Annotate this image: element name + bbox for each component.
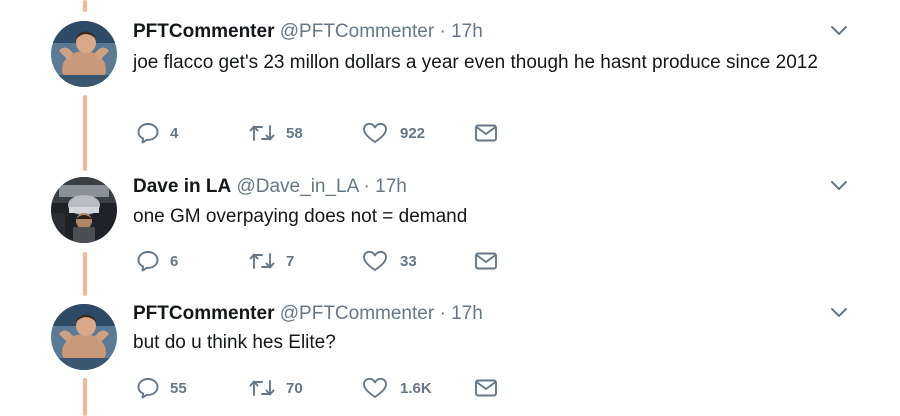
display-name[interactable]: Dave in LA [133,176,231,197]
user-handle[interactable]: @Dave_in_LA [236,176,358,197]
direct-message-button[interactable] [474,375,498,401]
display-name[interactable]: PFTCommenter [133,21,274,42]
envelope-icon [475,379,497,397]
like-count: 922 [400,124,426,142]
action-bar: 6 7 33 [136,248,516,274]
retweet-count: 70 [286,379,303,397]
tweet-text: joe flacco get's 23 millon dollars a yea… [133,52,818,73]
direct-message-button[interactable] [474,248,498,274]
action-bar: 4 58 922 [136,120,516,146]
user-handle[interactable]: @PFTCommenter [280,303,434,324]
heart-icon [363,250,387,271]
retweet-button[interactable]: 7 [248,248,294,274]
reply-icon [137,378,159,399]
tweet-header: PFTCommenter @PFTCommenter · 17h [133,20,483,44]
avatar[interactable] [51,304,117,370]
separator: · [363,176,370,197]
like-button[interactable]: 33 [362,248,417,274]
retweet-count: 58 [286,124,303,142]
reply-button[interactable]: 4 [136,120,178,146]
chevron-down-icon[interactable] [828,175,850,197]
retweet-button[interactable]: 70 [248,375,303,401]
like-count: 33 [400,252,417,270]
chevron-down-icon[interactable] [828,302,850,324]
heart-icon [363,122,387,143]
tweet[interactable]: Dave in LA @Dave_in_LA · 17h one GM over… [0,175,900,290]
reply-count: 6 [170,252,179,270]
avatar[interactable] [51,21,117,87]
retweet-button[interactable]: 58 [248,120,303,146]
heart-icon [363,377,387,398]
retweet-icon [249,125,275,141]
timestamp[interactable]: 17h [375,176,407,197]
tweet[interactable]: PFTCommenter @PFTCommenter · 17h joe fla… [0,20,900,155]
like-button[interactable]: 922 [362,120,425,146]
timestamp[interactable]: 17h [451,21,483,42]
user-handle[interactable]: @PFTCommenter [280,21,434,42]
like-button[interactable]: 1.6K [362,375,432,401]
reply-icon [137,251,159,272]
chevron-down-icon[interactable] [828,20,850,42]
tweet-text: one GM overpaying does not = demand [133,206,468,227]
tweet-header: PFTCommenter @PFTCommenter · 17h [133,302,483,326]
reply-count: 55 [170,379,187,397]
action-bar: 55 70 1.6K [136,375,516,401]
tweet-text: but do u think hes Elite? [133,332,336,353]
avatar[interactable] [51,177,117,243]
display-name[interactable]: PFTCommenter [133,303,274,324]
like-count: 1.6K [400,379,432,397]
separator: · [439,21,446,42]
retweet-icon [249,253,275,269]
tweet[interactable]: PFTCommenter @PFTCommenter · 17h but do … [0,302,900,416]
direct-message-button[interactable] [474,120,498,146]
thread-line-top [83,0,87,12]
envelope-icon [475,124,497,142]
envelope-icon [475,252,497,270]
timestamp[interactable]: 17h [451,303,483,324]
separator: · [439,303,446,324]
tweet-header: Dave in LA @Dave_in_LA · 17h [133,175,407,199]
reply-button[interactable]: 6 [136,248,178,274]
reply-icon [137,123,159,144]
reply-button[interactable]: 55 [136,375,187,401]
retweet-icon [249,380,275,396]
retweet-count: 7 [286,252,295,270]
reply-count: 4 [170,124,179,142]
